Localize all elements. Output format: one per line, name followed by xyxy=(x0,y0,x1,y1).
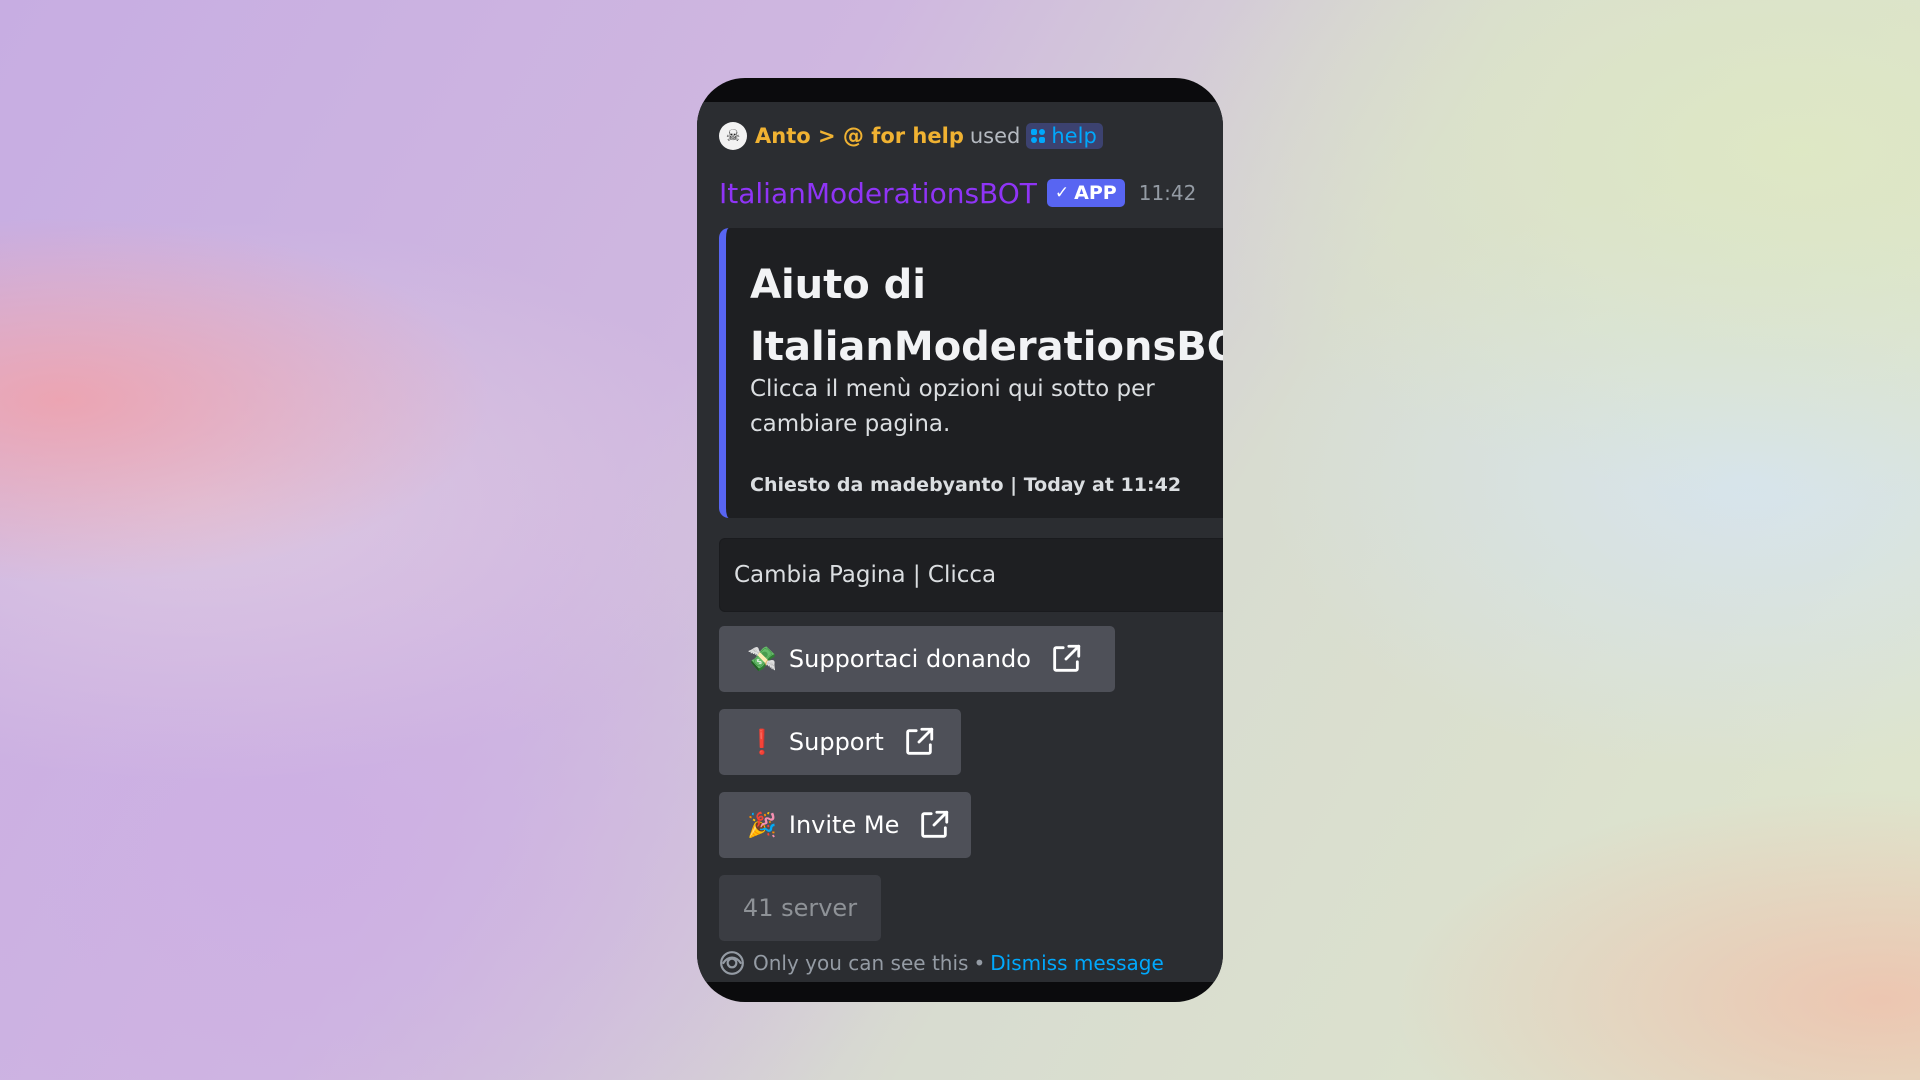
invite-button[interactable]: 🎉 Invite Me xyxy=(719,792,971,858)
money-wings-icon: 💸 xyxy=(747,645,777,673)
select-placeholder: Cambia Pagina | Clicca xyxy=(734,562,997,588)
donate-button[interactable]: 💸 Supportaci donando xyxy=(719,626,1115,692)
app-badge: ✓ APP xyxy=(1046,179,1125,207)
donate-button-label: Supportaci donando xyxy=(788,645,1031,673)
reply-used-text: used xyxy=(969,124,1021,148)
ephemeral-separator: • xyxy=(973,951,986,975)
slash-command-chip[interactable]: help xyxy=(1026,123,1103,149)
skull-avatar-icon[interactable]: ☠ xyxy=(719,122,747,150)
help-embed: Aiuto di ItalianModerationsBOT Clicca il… xyxy=(719,228,1223,518)
embed-title: Aiuto di ItalianModerationsBOT xyxy=(750,262,1223,370)
external-link-icon xyxy=(902,725,936,759)
ephemeral-text: Only you can see this xyxy=(753,951,969,975)
external-link-icon xyxy=(917,808,951,842)
party-popper-icon: 🎉 xyxy=(747,811,777,839)
chat-screen: ☠ Anto > @ for help used help ItalianMod… xyxy=(697,102,1223,982)
reply-username[interactable]: Anto > @ for help xyxy=(755,124,964,148)
command-reply-line: ☠ Anto > @ for help used help xyxy=(719,120,1103,152)
support-button-label: Support xyxy=(788,728,884,756)
server-count-button: 41 server xyxy=(719,875,881,941)
dismiss-message-link[interactable]: Dismiss message xyxy=(990,951,1164,975)
eye-icon xyxy=(719,950,745,976)
embed-footer: Chiesto da madebyanto | Today at 11:42 xyxy=(750,474,1182,496)
ephemeral-notice: Only you can see this • Dismiss message xyxy=(719,948,1164,978)
support-button[interactable]: ❗ Support xyxy=(719,709,961,775)
server-count-label: 41 server xyxy=(742,894,858,922)
verified-check-icon: ✓ xyxy=(1054,183,1070,203)
embed-description: Clicca il menù opzioni qui sotto per cam… xyxy=(750,376,1155,437)
app-badge-label: APP xyxy=(1074,182,1117,204)
author-name[interactable]: ItalianModerationsBOT xyxy=(719,177,1037,210)
external-link-icon xyxy=(1049,642,1083,676)
invite-button-label: Invite Me xyxy=(788,811,900,839)
slash-command-name: help xyxy=(1051,124,1097,148)
message-header: ItalianModerationsBOT ✓ APP 11:42 xyxy=(719,174,1196,212)
phone-frame: ☠ Anto > @ for help used help ItalianMod… xyxy=(697,78,1223,1002)
exclamation-icon: ❗ xyxy=(747,728,777,756)
message-timestamp[interactable]: 11:42 xyxy=(1139,181,1197,205)
app-command-icon xyxy=(1030,128,1046,144)
page-select-menu[interactable]: Cambia Pagina | Clicca xyxy=(719,538,1223,612)
